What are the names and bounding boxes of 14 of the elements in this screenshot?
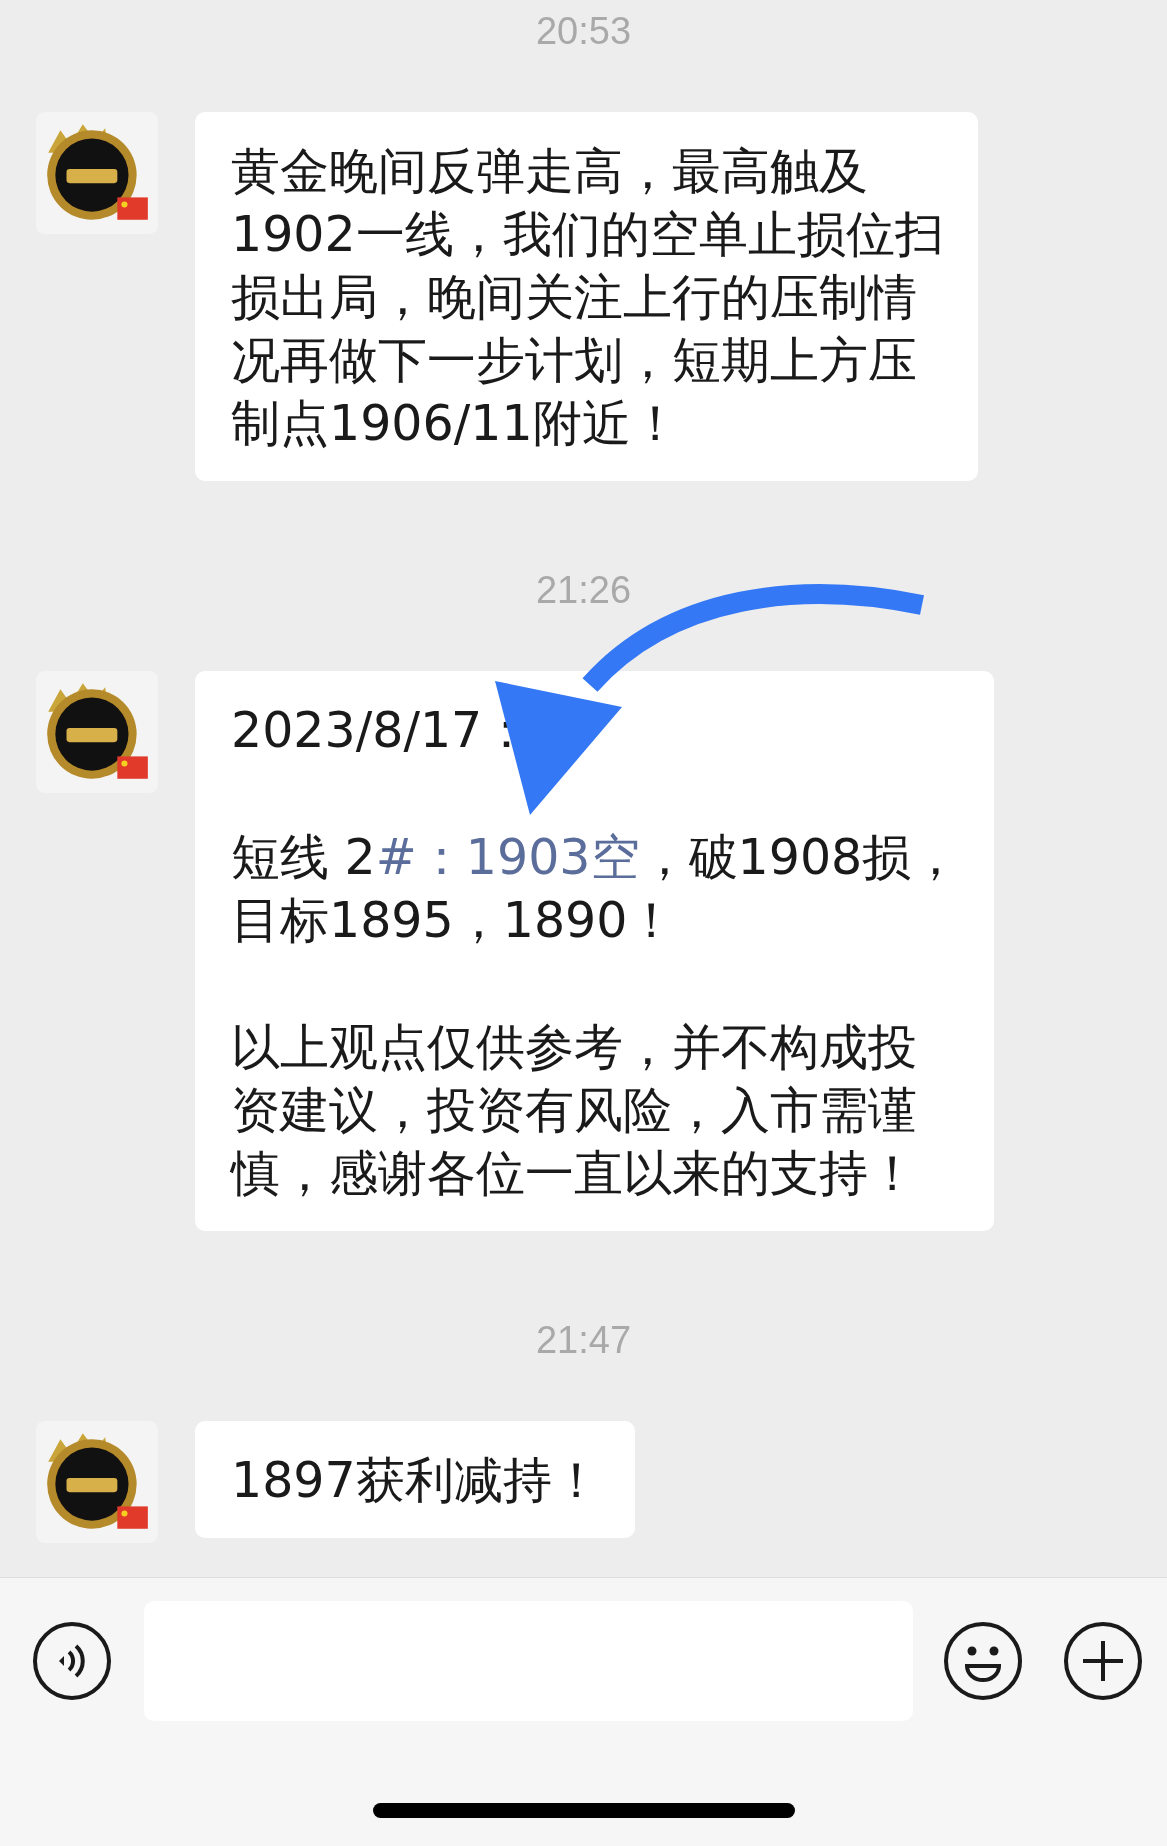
- message-text: 短线 2#：1903空，破1908损， 目标1895，1890！: [231, 828, 961, 951]
- message-link[interactable]: #：1903空: [375, 829, 640, 886]
- voice-icon[interactable]: [32, 1621, 112, 1701]
- emoji-icon[interactable]: [943, 1621, 1023, 1701]
- message-text: 1897获利减持！: [231, 1451, 601, 1511]
- timestamp: 20:53: [535, 9, 632, 54]
- avatar-image[interactable]: [36, 1421, 158, 1543]
- avatar-image[interactable]: [36, 112, 158, 234]
- message-text: 黄金晚间反弹走高，最高触及 1902一线，我们的空单止损位扫 损出局，晚间关注上行的压制情 况再做下一步计划，短期上方压 制点1906/11附近！: [231, 142, 944, 454]
- avatar-image[interactable]: [36, 671, 158, 793]
- plus-icon[interactable]: [1063, 1621, 1143, 1701]
- timestamp: 21:26: [535, 568, 632, 613]
- timestamp: 21:47: [535, 1318, 632, 1363]
- message-text: 以上观点仅供参考，并不构成投 资建议，投资有风险，入市需谨 慎，感谢各位一直以来的支持！: [231, 1018, 918, 1204]
